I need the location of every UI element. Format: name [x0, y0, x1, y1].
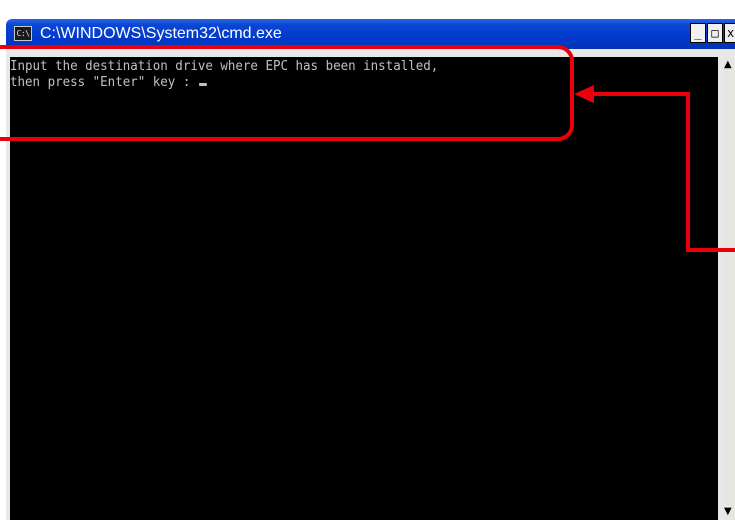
window-title: C:\WINDOWS\System32\cmd.exe: [40, 25, 282, 42]
minimize-button[interactable]: _: [690, 23, 706, 43]
console-line-2: then press "Enter" key :: [10, 75, 198, 90]
console-output: Input the destination drive where EPC ha…: [10, 59, 438, 91]
text-cursor: [198, 83, 207, 86]
cmd-window: C:\ C:\WINDOWS\System32\cmd.exe _ □ x In…: [0, 0, 735, 520]
cmd-icon[interactable]: C:\: [14, 26, 32, 41]
scroll-down-arrow-icon[interactable]: ▼: [724, 504, 735, 520]
title-bar[interactable]: C:\ C:\WINDOWS\System32\cmd.exe _ □ x: [6, 19, 735, 49]
vertical-scrollbar[interactable]: ▲ ▼: [724, 57, 735, 520]
console-area[interactable]: Input the destination drive where EPC ha…: [10, 57, 718, 520]
close-button[interactable]: x: [724, 23, 735, 43]
maximize-button[interactable]: □: [707, 23, 723, 43]
console-frame: Input the destination drive where EPC ha…: [6, 49, 735, 520]
console-line-1: Input the destination drive where EPC ha…: [10, 59, 439, 74]
scroll-up-arrow-icon[interactable]: ▲: [724, 57, 735, 73]
